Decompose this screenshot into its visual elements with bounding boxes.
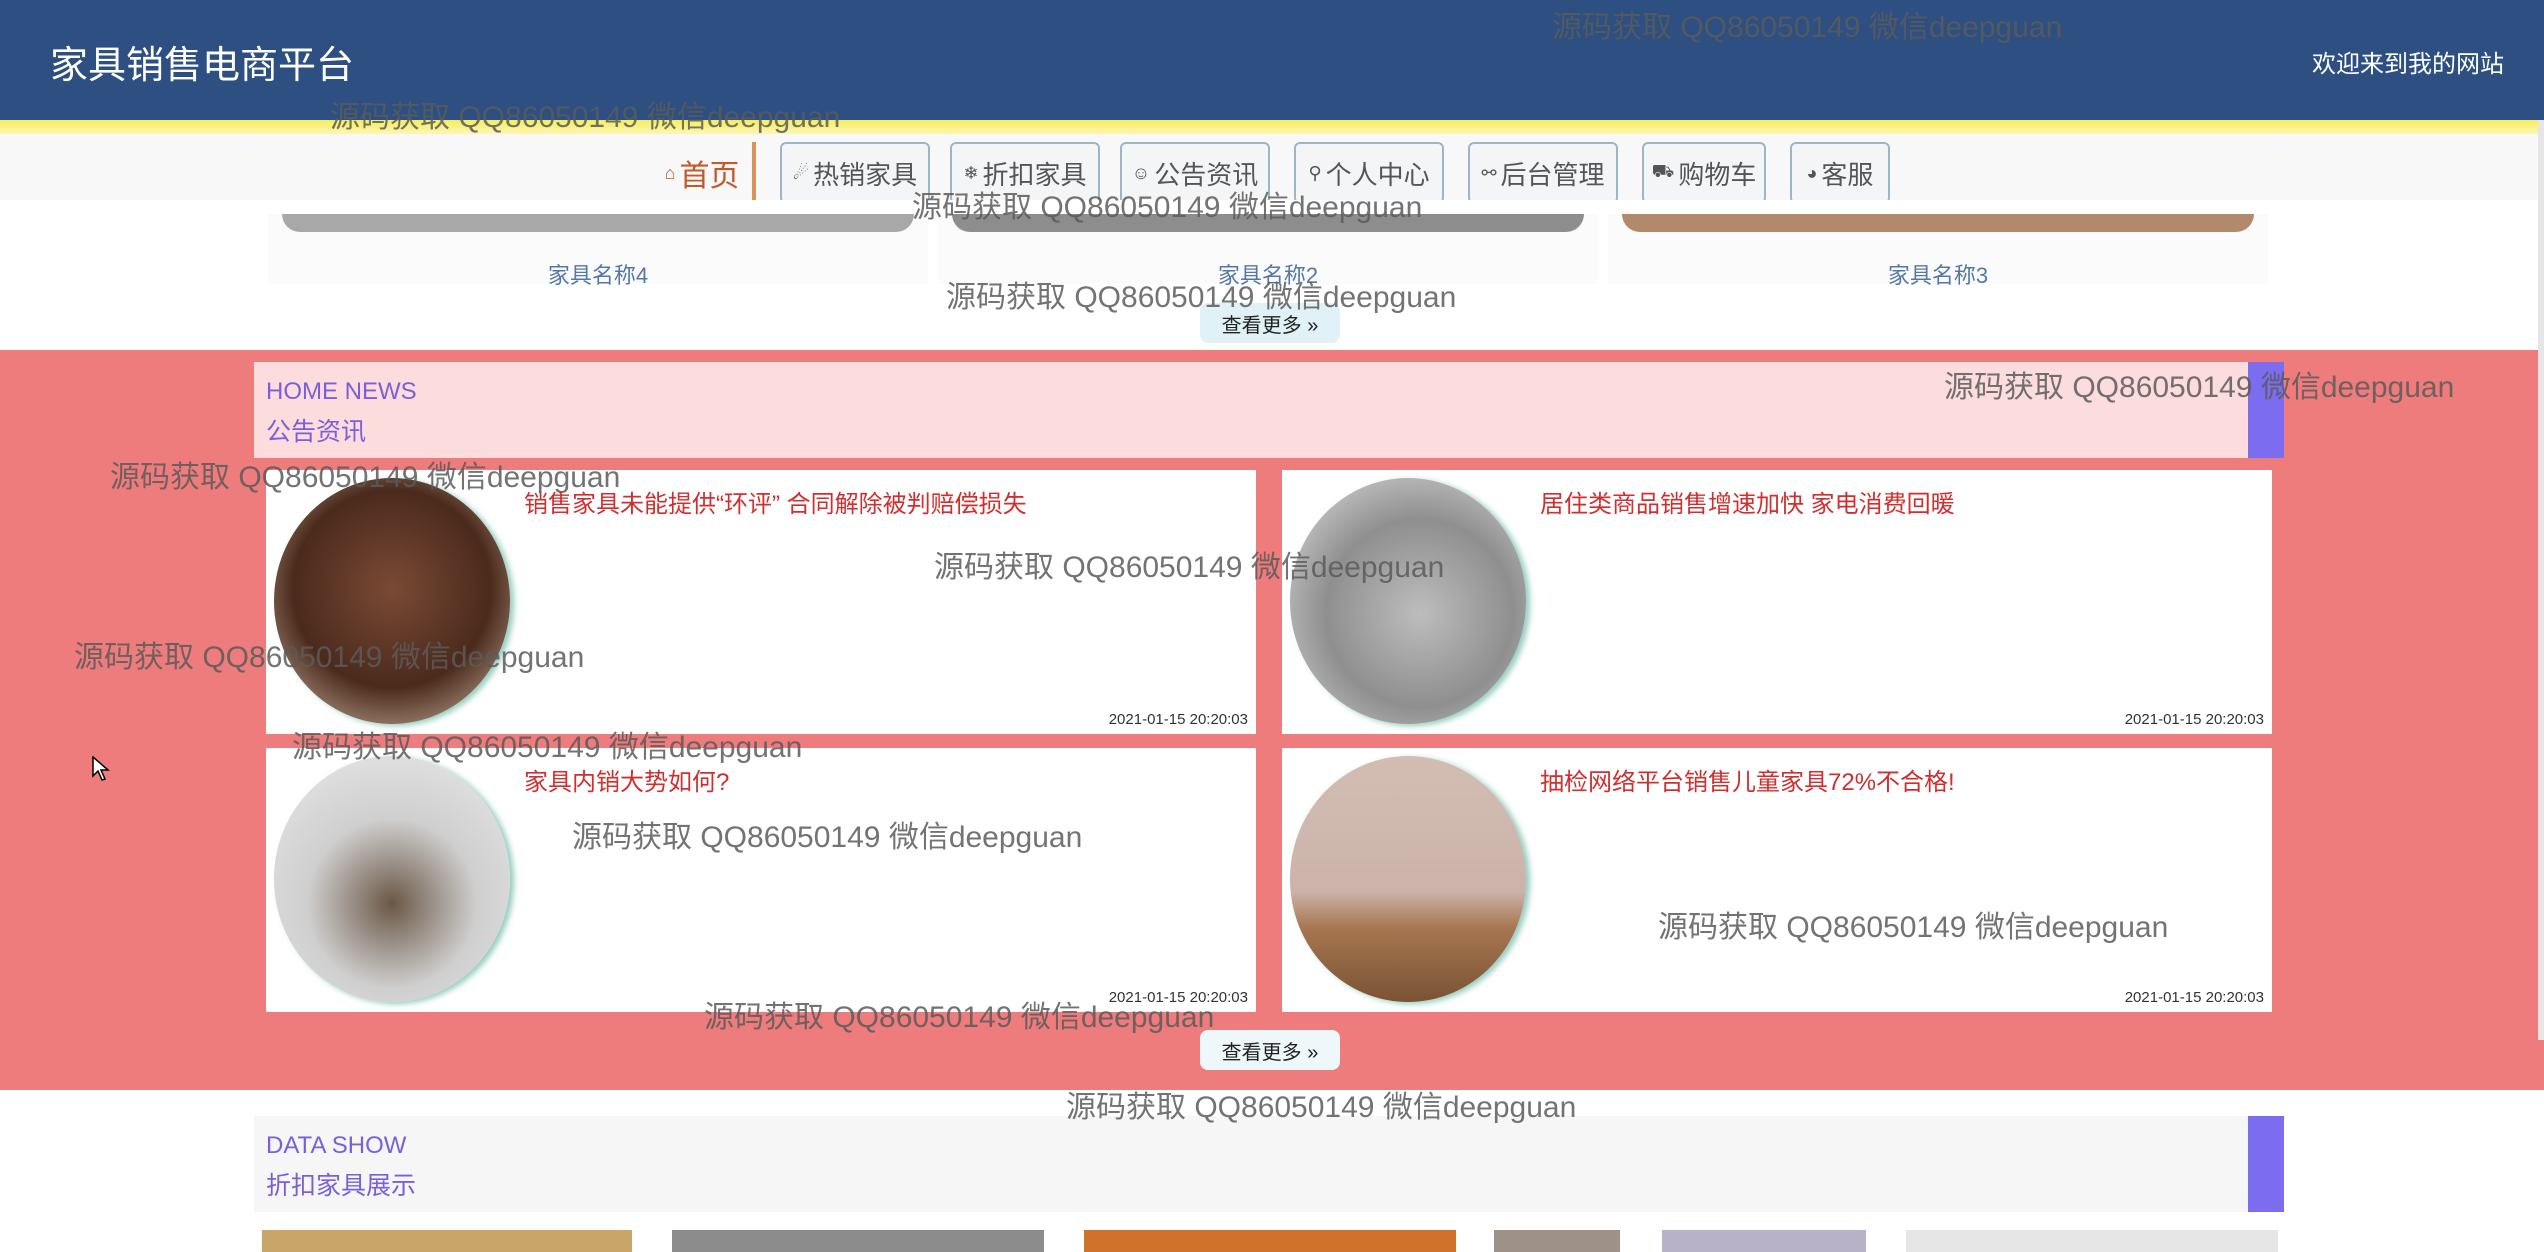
news-card[interactable]: 居住类商品销售增速加快 家电消费回暖 2021-01-15 20:20:03 xyxy=(1282,470,2272,734)
news-date: 2021-01-15 20:20:03 xyxy=(1108,711,1248,728)
page-scrollbar[interactable] xyxy=(2538,120,2544,1040)
discount-item-image[interactable] xyxy=(262,1230,632,1252)
nav-cart-label: 购物车 xyxy=(1678,159,1757,190)
header-divider xyxy=(0,120,2544,134)
discount-item-image[interactable] xyxy=(1494,1230,1620,1252)
cart-icon: ⛟ xyxy=(1651,161,1675,181)
news-thumbnail[interactable] xyxy=(274,478,510,724)
news-date: 2021-01-15 20:20:03 xyxy=(2124,711,2264,728)
discount-heading-cn: 折扣家具展示 xyxy=(266,1172,417,1200)
nav-news-label: 公告资讯 xyxy=(1154,159,1259,190)
products-more-button[interactable]: 查看更多 » xyxy=(1200,303,1340,343)
news-section: HOME NEWS 公告资讯 销售家具未能提供“环评” 合同解除被判赔偿损失 2… xyxy=(0,350,2544,1090)
nav-news[interactable]: ☺ 公告资讯 xyxy=(1120,142,1270,204)
news-heading-cn: 公告资讯 xyxy=(266,418,367,446)
product-image[interactable] xyxy=(282,214,914,232)
news-title[interactable]: 销售家具未能提供“环评” 合同解除被判赔偿损失 xyxy=(524,484,1027,519)
news-card[interactable]: 销售家具未能提供“环评” 合同解除被判赔偿损失 2021-01-15 20:20… xyxy=(266,470,1256,734)
nav-customer-service[interactable]: ◕ 客服 xyxy=(1790,142,1890,204)
link-icon: ⚯ xyxy=(1481,162,1497,183)
header-accent-bar xyxy=(2248,1116,2284,1212)
hot-products-section: 家具名称4 家具名称2 家具名称3 查看更多 » xyxy=(0,200,2544,350)
news-title[interactable]: 居住类商品销售增速加快 家电消费回暖 xyxy=(1540,484,1955,519)
discount-item-image[interactable] xyxy=(1906,1230,2278,1252)
product-name[interactable]: 家具名称3 xyxy=(1608,258,2268,290)
snowflake-icon: ❄ xyxy=(963,162,979,183)
discount-item-image[interactable] xyxy=(1084,1230,1456,1252)
product-image[interactable] xyxy=(952,214,1584,232)
product-name[interactable]: 家具名称2 xyxy=(938,258,1598,290)
nav-service-label: 客服 xyxy=(1821,159,1874,190)
news-heading-en: HOME NEWS xyxy=(266,378,417,405)
nav-hot-furniture[interactable]: ☄ 热销家具 xyxy=(780,142,930,204)
nav-cart[interactable]: ⛟ 购物车 xyxy=(1642,142,1766,204)
mouse-cursor-icon xyxy=(92,756,110,781)
discount-item-image[interactable] xyxy=(672,1230,1044,1252)
discount-item-image[interactable] xyxy=(1662,1230,1866,1252)
site-title[interactable]: 家具销售电商平台 xyxy=(50,34,354,89)
product-card[interactable]: 家具名称2 xyxy=(938,214,1598,288)
news-date: 2021-01-15 20:20:03 xyxy=(2124,989,2264,1006)
news-card[interactable]: 家具内销大势如何? 2021-01-15 20:20:03 xyxy=(266,748,1256,1012)
bell-icon: ☺ xyxy=(1131,162,1151,183)
nav-admin[interactable]: ⚯ 后台管理 xyxy=(1468,142,1618,204)
discount-heading-en: DATA SHOW xyxy=(266,1132,407,1159)
welcome-text: 欢迎来到我的网站 xyxy=(2312,51,2504,78)
user-icon: ⚲ xyxy=(1308,162,1322,183)
product-card[interactable]: 家具名称3 xyxy=(1608,214,2268,288)
news-card[interactable]: 抽检网络平台销售儿童家具72%不合格! 2021-01-15 20:20:03 xyxy=(1282,748,2272,1012)
nav-discount-label: 折扣家具 xyxy=(982,159,1087,190)
nav-hot-label: 热销家具 xyxy=(813,159,918,190)
nav-home-label: 首页 xyxy=(679,160,740,193)
home-icon: ⌂ xyxy=(664,162,676,183)
product-image[interactable] xyxy=(1622,214,2254,232)
news-thumbnail[interactable] xyxy=(274,756,510,1002)
chat-icon: ◕ xyxy=(1806,162,1818,183)
news-title[interactable]: 家具内销大势如何? xyxy=(524,762,729,797)
site-header: 家具销售电商平台 欢迎来到我的网站 xyxy=(0,0,2544,120)
nav-home[interactable]: ⌂ 首页 xyxy=(652,142,756,204)
news-date: 2021-01-15 20:20:03 xyxy=(1108,989,1248,1006)
nav-discount-furniture[interactable]: ❄ 折扣家具 xyxy=(950,142,1100,204)
nav-personal-center[interactable]: ⚲ 个人中心 xyxy=(1294,142,1444,204)
news-title[interactable]: 抽检网络平台销售儿童家具72%不合格! xyxy=(1540,762,1955,797)
news-thumbnail[interactable] xyxy=(1290,478,1526,724)
product-card[interactable]: 家具名称4 xyxy=(268,214,928,288)
fire-icon: ☄ xyxy=(792,162,810,183)
nav-personal-label: 个人中心 xyxy=(1325,159,1430,190)
nav-admin-label: 后台管理 xyxy=(1500,159,1605,190)
news-section-header: HOME NEWS 公告资讯 xyxy=(254,362,2284,458)
news-thumbnail[interactable] xyxy=(1290,756,1526,1002)
header-accent-bar xyxy=(2248,362,2284,458)
discount-section-header: DATA SHOW 折扣家具展示 xyxy=(254,1116,2284,1212)
product-name[interactable]: 家具名称4 xyxy=(268,258,928,290)
news-more-button[interactable]: 查看更多 » xyxy=(1200,1030,1340,1070)
